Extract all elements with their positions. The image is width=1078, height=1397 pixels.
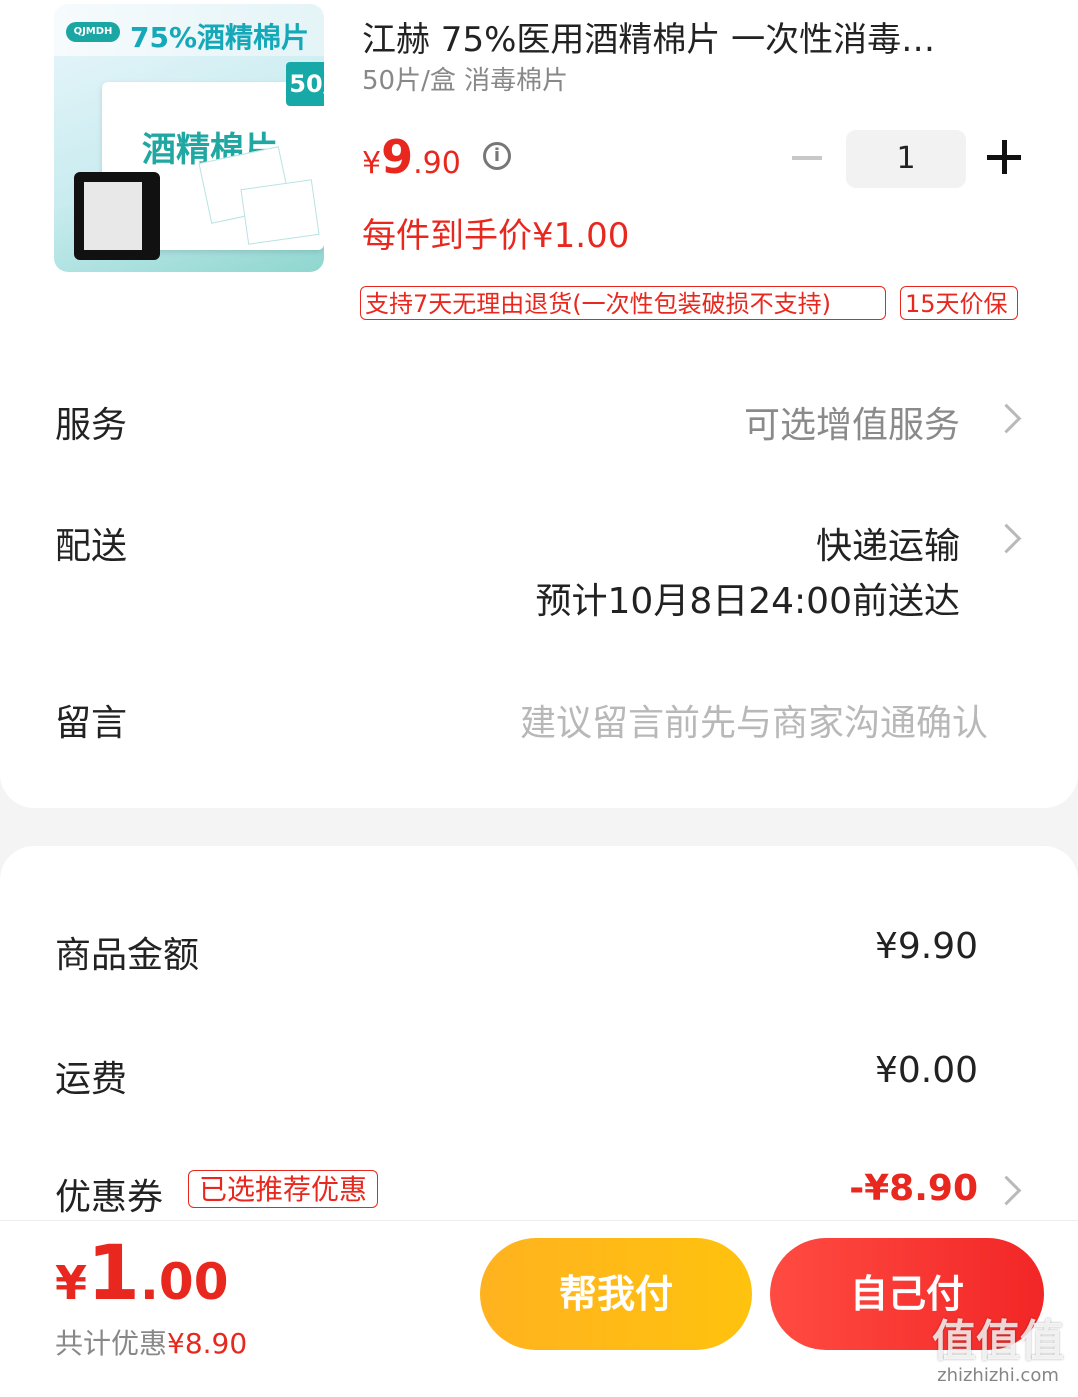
return-policy-tag: 支持7天无理由退货(一次性包装破损不支持) <box>360 286 886 320</box>
coupon-label: 优惠券 <box>55 1177 164 1218</box>
unit-price: ¥9.90 <box>362 130 461 184</box>
message-label: 留言 <box>55 703 128 744</box>
product-title[interactable]: 江赫 75%医用酒精棉片 一次性消毒… <box>362 12 1012 61</box>
goods-amount-value: ¥9.90 <box>874 926 978 967</box>
service-value[interactable]: 可选增值服务 <box>744 396 960 448</box>
image-pad-packet <box>240 179 320 245</box>
image-brand-logo: QJMDH <box>66 22 120 42</box>
service-label: 服务 <box>55 405 128 446</box>
quantity-input[interactable]: 1 <box>846 130 966 188</box>
total-symbol: ¥ <box>55 1256 88 1310</box>
total-price: ¥1.00 <box>55 1228 228 1317</box>
total-integer: 1 <box>87 1228 140 1317</box>
total-savings: 共计优惠¥8.90 <box>55 1322 247 1362</box>
help-pay-button[interactable]: 帮我付 <box>480 1238 752 1350</box>
quantity-minus-button[interactable] <box>792 156 822 160</box>
delivery-estimate: 预计10月8日24:00前送达 <box>535 581 960 622</box>
quantity-plus-button[interactable] <box>987 140 1021 174</box>
final-price-per-item: 每件到手价¥1.00 <box>362 216 630 256</box>
image-swatch-pad <box>84 182 142 250</box>
coupon-recommended-tag[interactable]: 已选推荐优惠 <box>188 1170 379 1208</box>
savings-amount: ¥8.90 <box>167 1327 248 1360</box>
product-spec[interactable]: 50片/盒 消毒棉片 <box>362 60 568 97</box>
price-decimal: .90 <box>413 146 461 181</box>
savings-label: 共计优惠 <box>55 1327 168 1360</box>
watermark-url: zhizhizhi.com <box>937 1365 1059 1386</box>
image-title-text: 75%酒精棉片 <box>130 21 310 54</box>
coupon-value[interactable]: -¥8.90 <box>849 1168 978 1209</box>
product-image[interactable]: QJMDH 75%酒精棉片 酒精棉片 50片 <box>54 4 324 272</box>
shipping-value: ¥0.00 <box>874 1050 978 1091</box>
goods-amount-label: 商品金额 <box>55 935 200 976</box>
image-count-badge: 50片 <box>286 62 324 106</box>
image-swatch <box>74 172 160 260</box>
message-input[interactable]: 建议留言前先与商家沟通确认 <box>520 694 988 746</box>
site-watermark: 值值值 zhizhizhi.com <box>928 1318 1068 1390</box>
total-decimal: .00 <box>139 1253 229 1311</box>
price-protection-tag: 15天价保 <box>900 286 1018 320</box>
delivery-method[interactable]: 快递运输 <box>816 517 960 569</box>
price-symbol: ¥ <box>362 146 382 181</box>
watermark-main: 值值值 <box>932 1316 1064 1367</box>
info-circle-icon[interactable]: i <box>483 142 511 170</box>
price-integer: 9 <box>381 130 414 184</box>
delivery-label: 配送 <box>55 526 128 567</box>
shipping-label: 运费 <box>55 1059 128 1100</box>
